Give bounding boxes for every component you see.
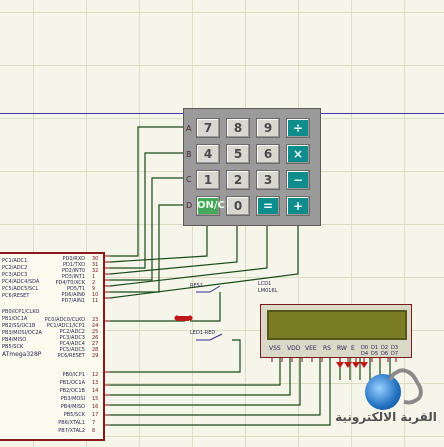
mcu-right-label: PB0/ICP1: [62, 372, 85, 378]
lcd-pin-label: VDD: [287, 345, 301, 352]
key-2[interactable]: 2: [226, 170, 250, 190]
res1-label: RES1: [190, 283, 203, 289]
mcu-left-label: PB3/MOSI/OC2A: [2, 330, 42, 336]
key-plus[interactable]: +: [286, 196, 310, 216]
keypad-row-label-a: A: [186, 124, 192, 133]
mcu-right-label: PB3/MOSI: [60, 396, 85, 402]
lcd-pin-label: E: [351, 345, 355, 352]
mcu-pin-number: 16: [92, 404, 99, 410]
mcu-left-label: PC4/ADC4/SDA: [2, 279, 40, 285]
mcu-right-label: PB4/MISO: [60, 404, 85, 410]
key-7[interactable]: 7: [196, 118, 220, 138]
mcu-pin-number: 14: [92, 388, 99, 394]
mcu-left-label: PB4/MISO: [2, 337, 27, 343]
mcu-part-name: ATmega328P: [2, 351, 42, 358]
lcd-screen: [267, 310, 407, 340]
mcu-right-label: PB6/XTAL1: [58, 420, 85, 426]
mcu-left-label: PC1/ADC1: [2, 258, 28, 264]
mcu-pin-number: 11: [92, 298, 99, 304]
mcu-left-label: PC6/RESET: [2, 293, 30, 299]
mcu-right-label: PD7/AIN1: [61, 298, 85, 304]
key-on-clear[interactable]: ON/C: [196, 196, 225, 216]
key-equals[interactable]: =: [256, 196, 280, 216]
key-0[interactable]: 0: [226, 196, 250, 216]
mcu-left-label: PB2/SS/OC1B: [2, 323, 36, 329]
lcd-part-label: LM016L: [258, 288, 278, 294]
key-multiply[interactable]: ×: [286, 144, 310, 164]
mcu-right-label: PB5/SCK: [63, 412, 85, 418]
mcu-right-label: PC6/RESET: [57, 353, 85, 359]
key-3[interactable]: 3: [256, 170, 280, 190]
mcu-left-label: PC5/ADC5/SCL: [2, 286, 39, 292]
key-minus[interactable]: −: [286, 170, 310, 190]
key-6[interactable]: 6: [256, 144, 280, 164]
microcontroller[interactable]: PC1/ADC1 PC2/ADC2 PC3/ADC3 PC4/ADC4/SDA …: [0, 252, 105, 441]
keypad-row-label-d: D: [186, 201, 193, 210]
keypad-row-label-b: B: [186, 150, 192, 159]
lcd-title-label: LCD1: [258, 281, 272, 287]
lcd-pin-label: VEE: [305, 345, 317, 352]
mcu-left-label: PC3/ADC3: [2, 272, 28, 278]
led1-label: LED1-RED: [190, 330, 216, 336]
mcu-pin-number: 7: [92, 420, 96, 426]
lcd-pin-label: D5: [371, 351, 379, 357]
mcu-left-label: PB1/OC1A: [2, 316, 28, 322]
key-divide[interactable]: ÷: [286, 118, 310, 138]
key-8[interactable]: 8: [226, 118, 250, 138]
schematic-canvas[interactable]: A B C D 7 8 9 ÷ 4 5 6 × 1 2 3 − ON/C 0 =…: [0, 0, 444, 447]
key-1[interactable]: 1: [196, 170, 220, 190]
mcu-left-label: PB0/ICP1/CLKO: [2, 309, 40, 315]
watermark-text: القرية الالكترونية: [335, 410, 437, 424]
key-9[interactable]: 9: [256, 118, 280, 138]
mcu-pin-number: 12: [92, 372, 99, 378]
mcu-right-label: PB7/XTAL2: [58, 428, 85, 434]
mcu-right-label: PB2/OC1B: [59, 388, 85, 394]
mcu-pin-number: 17: [92, 412, 99, 418]
lcd-pin-label: D6: [381, 351, 389, 357]
mcu-pin-number: 15: [92, 396, 99, 402]
lcd-pin-label: RS: [323, 345, 331, 352]
mcu-left-label: PC2/ADC2: [2, 265, 28, 271]
keypad[interactable]: A B C D 7 8 9 ÷ 4 5 6 × 1 2 3 − ON/C 0 =…: [183, 108, 321, 226]
keypad-row-label-c: C: [186, 175, 192, 184]
lcd-pin-label: D7: [391, 351, 399, 357]
lcd-pin-label: RW: [337, 345, 347, 352]
lcd-pin-label: D4: [361, 351, 369, 357]
mcu-pin-number: 8: [92, 428, 96, 434]
mcu-pin-number: 29: [92, 353, 99, 359]
key-5[interactable]: 5: [226, 144, 250, 164]
mcu-pin-number: 13: [92, 380, 99, 386]
mcu-left-label: PB5/SCK: [2, 344, 24, 350]
lcd-display[interactable]: VSS VDD VEE RS RW E D0 D1 D2 D3 D4 D5 D6…: [260, 304, 412, 358]
key-4[interactable]: 4: [196, 144, 220, 164]
lcd-pin-label: VSS: [269, 345, 281, 352]
mcu-right-label: PB1/OC1A: [59, 380, 85, 386]
